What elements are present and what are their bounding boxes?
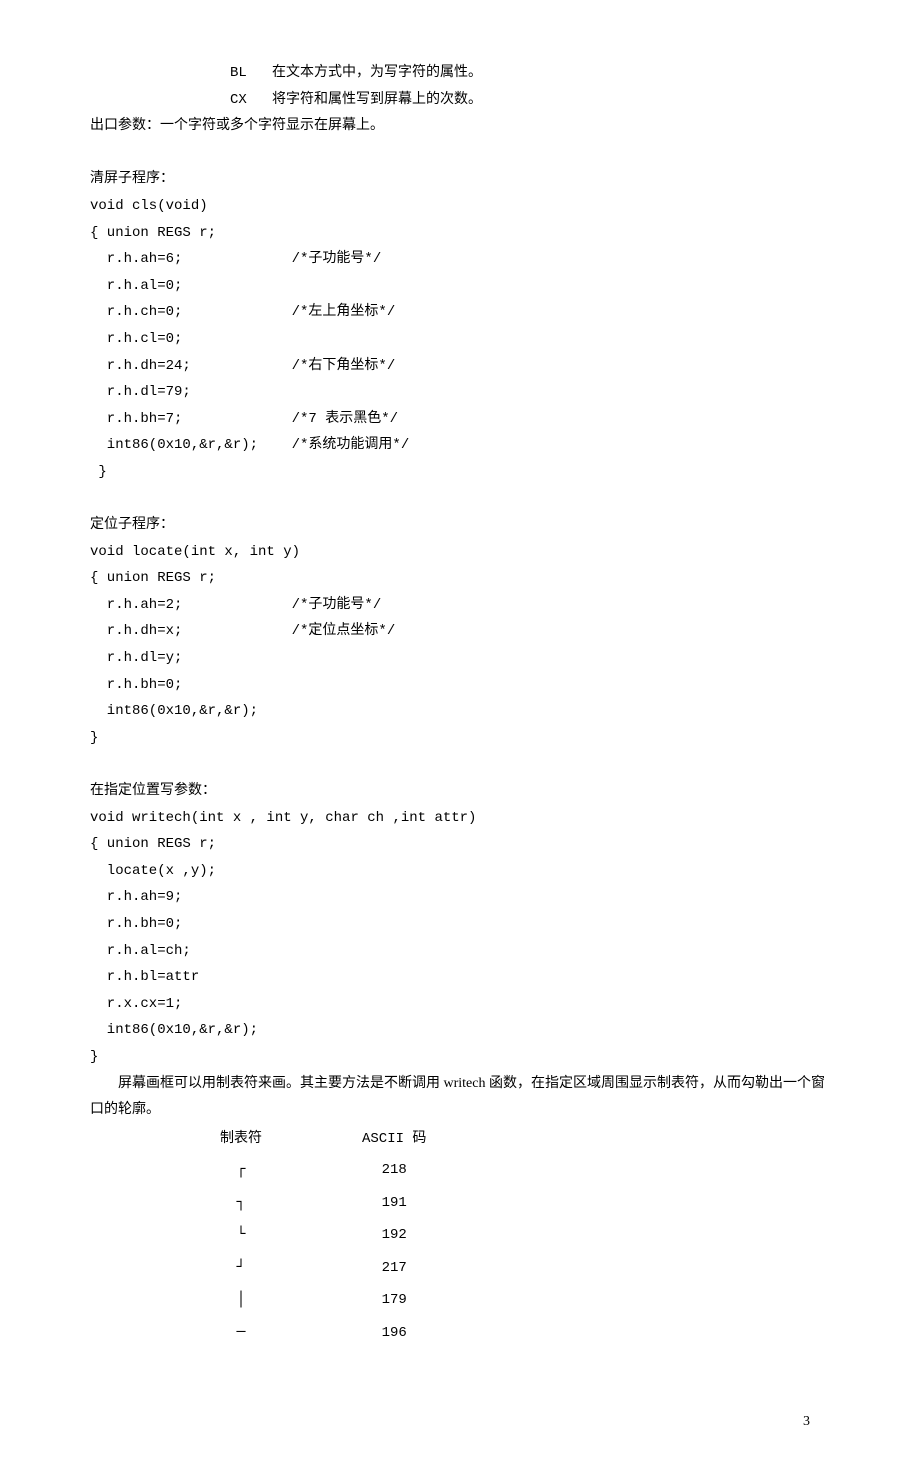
cls-line: int86(0x10,&r,&r); /*系统功能调用*/ xyxy=(90,432,830,459)
writech-line: r.h.bl=attr xyxy=(90,964,830,991)
cls-line: r.h.bh=7; /*7 表示黑色*/ xyxy=(90,406,830,433)
table-symbol: │ xyxy=(170,1284,312,1317)
header-cx: CX 将字符和属性写到屏幕上的次数。 xyxy=(230,87,830,114)
locate-title: 定位子程序： xyxy=(90,512,830,539)
cls-line: { union REGS r; xyxy=(90,220,830,247)
writech-line: r.x.cx=1; xyxy=(90,991,830,1018)
cls-line: void cls(void) xyxy=(90,193,830,220)
table-ascii: 218 xyxy=(312,1154,476,1187)
table-row: └192 xyxy=(170,1219,476,1252)
table-ascii: 217 xyxy=(312,1252,476,1285)
table-row: │179 xyxy=(170,1284,476,1317)
locate-line: int86(0x10,&r,&r); xyxy=(90,698,830,725)
locate-line: r.h.bh=0; xyxy=(90,672,830,699)
locate-line: r.h.dh=x; /*定位点坐标*/ xyxy=(90,618,830,645)
locate-line: r.h.dl=y; xyxy=(90,645,830,672)
writech-line: r.h.al=ch; xyxy=(90,938,830,965)
table-ascii: 196 xyxy=(312,1317,476,1350)
table-header-row: 制表符 ASCII 码 xyxy=(170,1124,476,1155)
cls-line: } xyxy=(90,459,830,486)
table-ascii: 191 xyxy=(312,1187,476,1220)
page-number: 3 xyxy=(90,1349,830,1436)
cls-line: r.h.ch=0; /*左上角坐标*/ xyxy=(90,299,830,326)
cls-title: 清屏子程序： xyxy=(90,166,830,193)
cls-line: r.h.ah=6; /*子功能号*/ xyxy=(90,246,830,273)
table-symbol: ─ xyxy=(170,1317,312,1350)
table-row: ─196 xyxy=(170,1317,476,1350)
writech-line: r.h.ah=9; xyxy=(90,884,830,911)
table-symbol: ┘ xyxy=(170,1252,312,1285)
cls-line: r.h.cl=0; xyxy=(90,326,830,353)
cls-line: r.h.dl=79; xyxy=(90,379,830,406)
writech-line: void writech(int x , int y, char ch ,int… xyxy=(90,805,830,832)
table-row: ┐191 xyxy=(170,1187,476,1220)
table-row: ┌218 xyxy=(170,1154,476,1187)
cls-line: r.h.al=0; xyxy=(90,273,830,300)
table-row: ┘217 xyxy=(170,1252,476,1285)
locate-line: { union REGS r; xyxy=(90,565,830,592)
frame-paragraph: 屏幕画框可以用制表符来画。其主要方法是不断调用 writech 函数，在指定区域… xyxy=(90,1071,830,1124)
table-header-symbol: 制表符 xyxy=(170,1124,312,1155)
writech-line: r.h.bh=0; xyxy=(90,911,830,938)
exit-param: 出口参数：一个字符或多个字符显示在屏幕上。 xyxy=(90,113,830,140)
header-bl: BL 在文本方式中，为写字符的属性。 xyxy=(230,60,830,87)
locate-line: } xyxy=(90,725,830,752)
writech-title: 在指定位置写参数： xyxy=(90,778,830,805)
locate-line: void locate(int x, int y) xyxy=(90,539,830,566)
cls-line: r.h.dh=24; /*右下角坐标*/ xyxy=(90,353,830,380)
table-ascii: 192 xyxy=(312,1219,476,1252)
writech-line: locate(x ,y); xyxy=(90,858,830,885)
ascii-table: 制表符 ASCII 码 ┌218 ┐191 └192 ┘217 │179 ─19… xyxy=(170,1124,476,1350)
table-ascii: 179 xyxy=(312,1284,476,1317)
writech-line: } xyxy=(90,1044,830,1071)
table-symbol: └ xyxy=(170,1219,312,1252)
writech-line: { union REGS r; xyxy=(90,831,830,858)
table-symbol: ┌ xyxy=(170,1154,312,1187)
table-header-ascii: ASCII 码 xyxy=(312,1124,476,1155)
table-symbol: ┐ xyxy=(170,1187,312,1220)
locate-line: r.h.ah=2; /*子功能号*/ xyxy=(90,592,830,619)
writech-line: int86(0x10,&r,&r); xyxy=(90,1017,830,1044)
